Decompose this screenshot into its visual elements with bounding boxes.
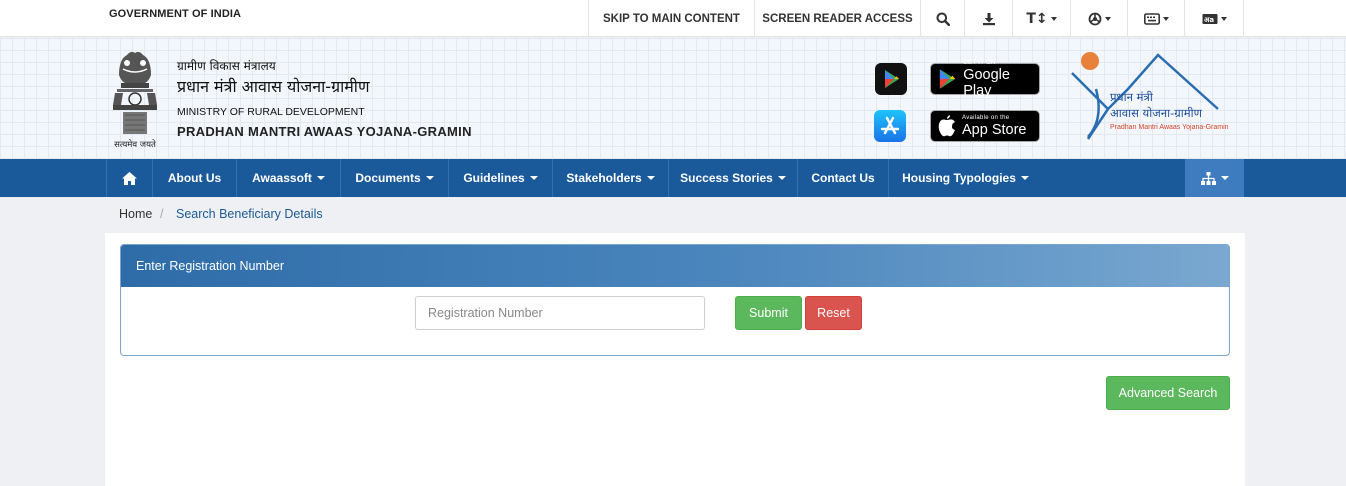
- download-icon: [982, 12, 995, 25]
- keyboard-icon: [1143, 12, 1160, 25]
- app-store-small-text: Available on the: [962, 114, 1010, 121]
- logo-text-line2: आवास योजना-ग्रामीण: [1110, 106, 1203, 120]
- advanced-search-button[interactable]: Advanced Search: [1106, 376, 1230, 410]
- chevron-down-icon: [1020, 176, 1029, 180]
- chevron-down-icon: [1162, 16, 1169, 21]
- nav-guidelines-label: Guidelines: [463, 171, 525, 185]
- skip-to-main-content-link[interactable]: SKIP TO MAIN CONTENT: [588, 0, 754, 37]
- scheme-name-hindi: प्रधान मंत्री आवास योजना-ग्रामीण: [177, 77, 370, 96]
- google-play-small-text: GET IT ON: [963, 59, 996, 66]
- main-navigation: About Us Awaassoft Documents Guidelines …: [0, 159, 1346, 197]
- ministry-name-hindi: ग्रामीण विकास मंत्रालय: [177, 59, 276, 73]
- nav-success-stories[interactable]: Success Stories: [669, 159, 798, 197]
- chevron-down-icon: [1220, 16, 1227, 21]
- chevron-down-icon: [316, 176, 325, 180]
- screen-reader-access-link[interactable]: SCREEN READER ACCESS: [754, 0, 920, 37]
- chevron-down-icon: [529, 176, 538, 180]
- government-label: GOVERNMENT OF INDIA: [109, 8, 242, 20]
- text-size-icon: T↕: [1026, 10, 1048, 27]
- chevron-down-icon: [1220, 176, 1229, 180]
- home-icon: [122, 171, 137, 185]
- ios-app-button[interactable]: [874, 110, 906, 142]
- chevron-down-icon: [1050, 16, 1057, 21]
- chevron-down-icon: [646, 176, 655, 180]
- app-store-big-text: App Store: [962, 121, 1027, 138]
- national-emblem-logo: सत्यमेव जयते: [113, 51, 157, 150]
- nav-documents-label: Documents: [355, 171, 421, 185]
- svg-text:अa: अa: [1204, 16, 1214, 24]
- apple-icon: [938, 115, 955, 137]
- google-play-button[interactable]: GET IT ON Google Play: [930, 59, 1040, 99]
- nav-housing-typologies[interactable]: Housing Typologies: [889, 159, 1042, 197]
- breadcrumb-separator: /: [160, 207, 164, 221]
- nav-success-stories-label: Success Stories: [680, 171, 773, 185]
- nav-awaassoft[interactable]: Awaassoft: [237, 159, 341, 197]
- nav-about-us-label: About Us: [167, 171, 222, 185]
- nav-stakeholders-label: Stakeholders: [566, 171, 642, 185]
- download-button[interactable]: [964, 0, 1012, 37]
- nav-documents[interactable]: Documents: [341, 159, 449, 197]
- keyboard-dropdown[interactable]: [1127, 0, 1184, 37]
- top-utility-bar: GOVERNMENT OF INDIA SKIP TO MAIN CONTENT…: [0, 0, 1346, 37]
- sitemap-icon: [1200, 171, 1216, 185]
- contrast-icon: [1088, 12, 1101, 25]
- search-button[interactable]: [920, 0, 964, 37]
- language-icon: अa: [1202, 13, 1217, 24]
- submit-button[interactable]: Submit: [735, 296, 802, 330]
- nav-contact-us-label: Contact Us: [811, 171, 875, 185]
- ministry-name-english: MINISTRY OF RURAL DEVELOPMENT: [177, 106, 365, 118]
- chevron-down-icon: [1104, 16, 1111, 21]
- scheme-name-english: PRADHAN MANTRI AWAAS YOJANA-GRAMIN: [177, 124, 472, 139]
- nav-about-us[interactable]: About Us: [153, 159, 237, 197]
- reset-button[interactable]: Reset: [805, 296, 862, 330]
- nav-stakeholders[interactable]: Stakeholders: [553, 159, 669, 197]
- nav-home[interactable]: [106, 159, 153, 197]
- chevron-down-icon: [777, 176, 786, 180]
- emblem-caption: सत्यमेव जयते: [114, 139, 156, 150]
- google-play-icon: [939, 69, 956, 89]
- text-size-dropdown[interactable]: T↕: [1012, 0, 1070, 37]
- pmay-g-logo: प्रधान मंत्री आवास योजना-ग्रामीण Pradhan…: [1071, 52, 1229, 140]
- language-dropdown[interactable]: अa: [1184, 0, 1244, 37]
- nav-contact-us[interactable]: Contact Us: [798, 159, 889, 197]
- chevron-down-icon: [425, 176, 434, 180]
- logo-text-line1: प्रधान मंत्री: [1110, 90, 1154, 104]
- play-store-app-button[interactable]: [875, 63, 907, 95]
- google-play-big-text: Google Play: [963, 66, 1010, 99]
- breadcrumb-home[interactable]: Home: [119, 207, 152, 221]
- search-icon: [936, 12, 950, 26]
- contrast-dropdown[interactable]: [1070, 0, 1127, 37]
- registration-number-input[interactable]: [415, 296, 705, 330]
- site-header: सत्यमेव जयते ग्रामीण विकास मंत्रालय प्रध…: [0, 38, 1346, 159]
- nav-guidelines[interactable]: Guidelines: [449, 159, 553, 197]
- app-store-button[interactable]: Available on the App Store: [930, 110, 1040, 142]
- panel-title: Enter Registration Number: [121, 245, 1229, 287]
- nav-housing-typologies-label: Housing Typologies: [902, 171, 1016, 185]
- app-store-icon: [880, 116, 900, 135]
- nav-sitemap[interactable]: [1185, 159, 1244, 197]
- logo-text-line3: Pradhan Mantri Awaas Yojana-Gramin: [1110, 124, 1229, 131]
- google-play-icon: [885, 70, 899, 88]
- nav-awaassoft-label: Awaassoft: [252, 171, 312, 185]
- breadcrumb-current: Search Beneficiary Details: [176, 207, 323, 221]
